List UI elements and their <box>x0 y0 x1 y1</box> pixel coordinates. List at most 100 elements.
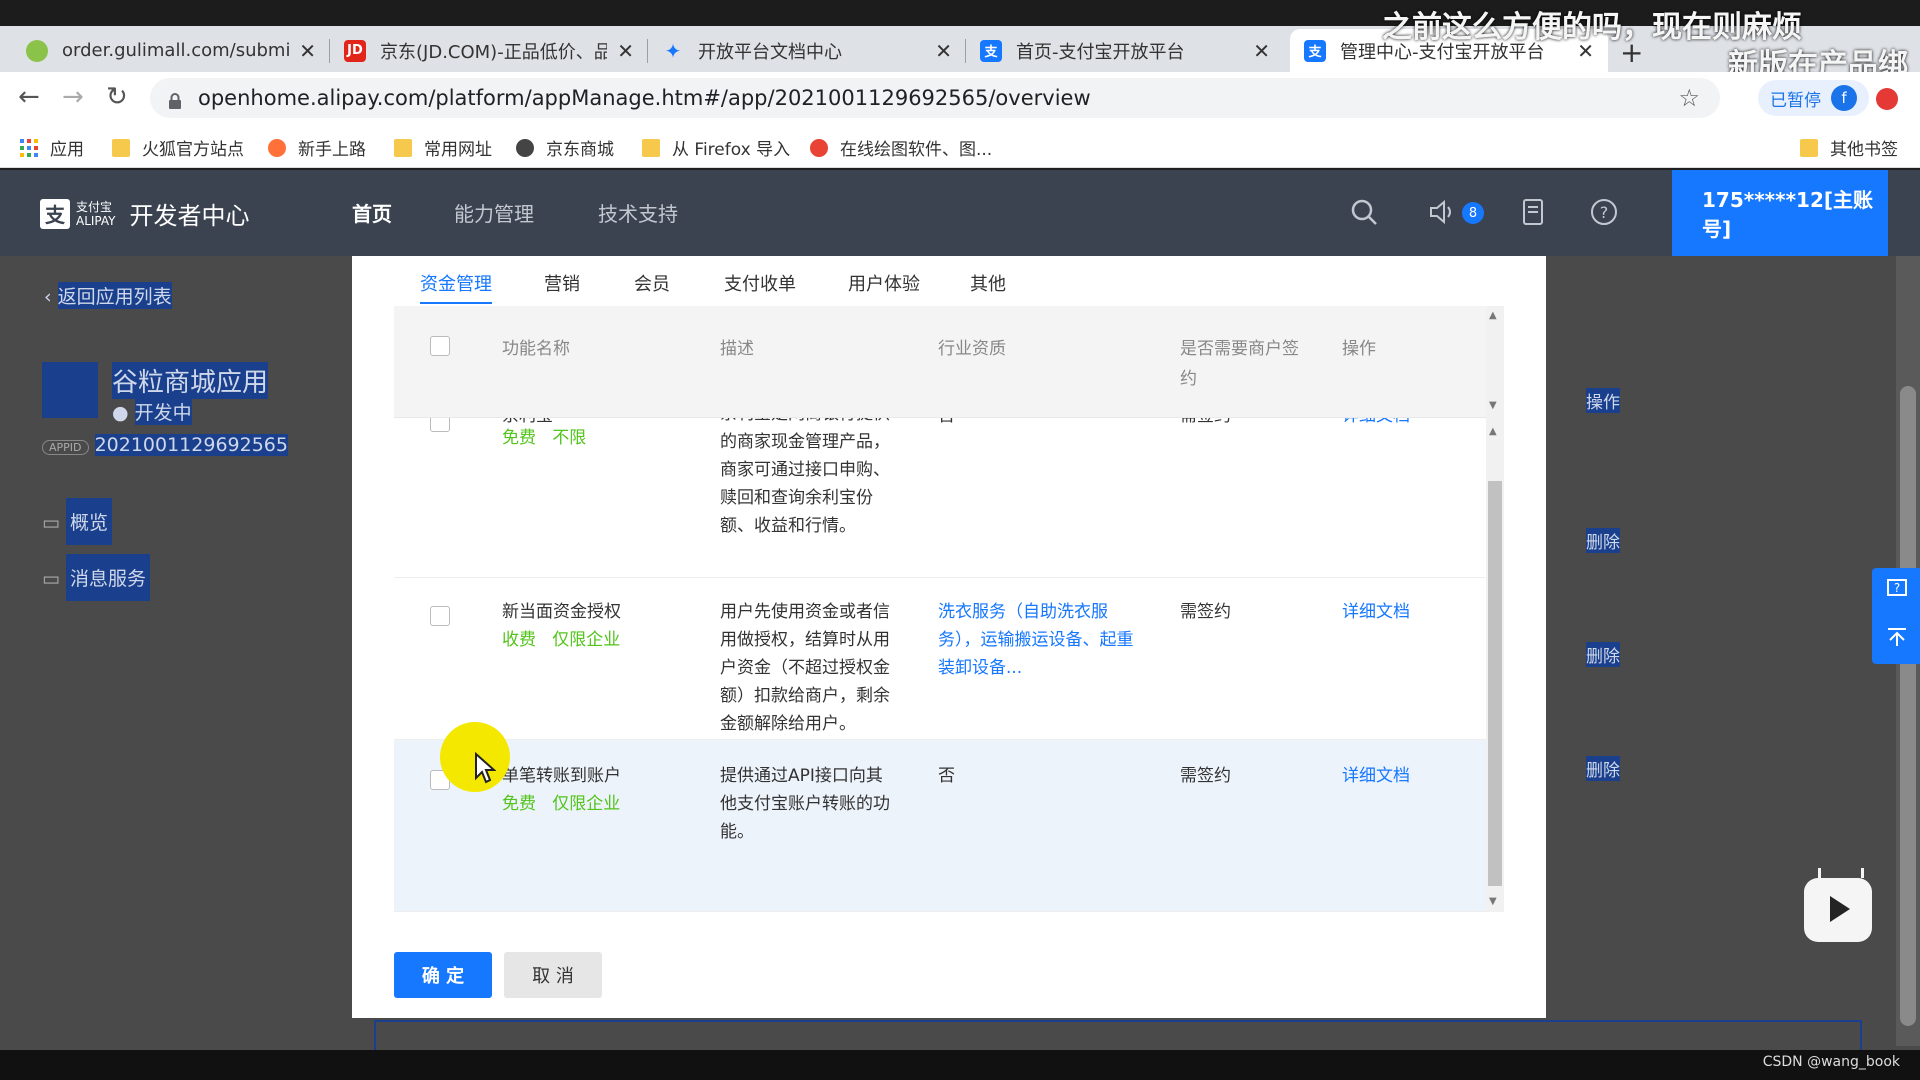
menu-overview[interactable]: ▭ 概览 <box>42 498 113 545</box>
back-link-label: 返回应用列表 <box>57 282 172 309</box>
floating-widget: ? <box>1872 568 1920 664</box>
fee-tag: 免费 <box>502 428 536 448</box>
status-dot-icon: ● <box>112 402 129 424</box>
menu-label: 概览 <box>66 498 113 545</box>
feature-name: 新当面资金授权 <box>502 602 621 622</box>
tab-title: 首页-支付宝开放平台 <box>1016 41 1185 63</box>
column-header: 操作 <box>1342 339 1376 359</box>
tab-other[interactable]: 其他 <box>970 270 1006 296</box>
url-text: openhome.alipay.com/platform/appManage.h… <box>198 86 1091 110</box>
jd-favicon-icon: JD <box>344 39 366 62</box>
globe-icon <box>516 138 534 157</box>
nav-home[interactable]: 首页 <box>352 198 392 227</box>
bookmark-label: 其他书签 <box>1830 140 1898 160</box>
tab-marketing[interactable]: 营销 <box>544 270 580 296</box>
bookmark-label: 新手上路 <box>298 140 366 160</box>
qualification-link[interactable]: 洗衣服务（自助洗衣服务），运输搬运设备、起重装卸设备... <box>938 598 1134 682</box>
reload-icon[interactable]: ↻ <box>106 82 128 112</box>
cancel-button[interactable]: 取 消 <box>504 952 602 998</box>
scroll-down-icon[interactable]: ▼ <box>1489 400 1497 411</box>
qualification: 否 <box>938 766 955 786</box>
nav-tech-support[interactable]: 技术支持 <box>598 198 678 227</box>
bookmark-item[interactable]: 常用网址 <box>394 135 492 160</box>
detail-doc-link[interactable]: 详细文档 <box>1342 762 1410 790</box>
sign-required: 需签约 <box>1180 766 1231 786</box>
mouse-pointer-icon <box>474 751 497 788</box>
browser-tab[interactable]: ✦ 开放平台文档中心 ✕ <box>648 29 966 72</box>
scroll-down-icon[interactable]: ▼ <box>1489 896 1497 907</box>
close-tab-icon[interactable]: ✕ <box>1253 39 1270 63</box>
forward-arrow-icon[interactable]: → <box>62 82 84 112</box>
help-icon[interactable]: ? <box>1590 198 1618 233</box>
browser-tab[interactable]: JD 京东(JD.COM)-正品低价、品 ✕ <box>330 29 648 72</box>
action-link[interactable]: 操作 <box>1586 388 1620 413</box>
scope-tag: 不限 <box>552 428 587 448</box>
alipay-logo[interactable]: 支 支付宝 ALIPAY 开发者中心 <box>40 196 250 231</box>
address-bar-row: ← → ↻ openhome.alipay.com/platform/appMa… <box>0 72 1920 124</box>
close-tab-icon[interactable]: ✕ <box>617 39 634 63</box>
extension-icon[interactable] <box>1876 88 1898 110</box>
document-icon[interactable] <box>1520 198 1548 233</box>
close-tab-icon[interactable]: ✕ <box>299 39 316 63</box>
notification-badge: 8 <box>1462 202 1484 224</box>
chevron-left-icon: ‹ <box>44 286 52 308</box>
tab-payment-collection[interactable]: 支付收单 <box>724 270 796 296</box>
bookmark-apps[interactable]: 应用 <box>20 135 84 160</box>
table-scroll-thumb[interactable] <box>1488 481 1502 886</box>
nav-capabilities[interactable]: 能力管理 <box>454 198 534 227</box>
browser-tab[interactable]: order.gulimall.com/submitO ✕ <box>12 29 330 72</box>
delete-link[interactable]: 删除 <box>1586 756 1620 781</box>
back-to-app-list-link[interactable]: ‹ 返回应用列表 <box>44 282 172 309</box>
back-to-top-icon[interactable] <box>1886 626 1908 653</box>
feature-tags: 免费 仅限企业 <box>502 790 620 818</box>
description-text: 余利宝是网商银行提供的商家现金管理产品，商家可通过接口申购、赎回和查询余利宝份额… <box>720 404 890 536</box>
tab-user-experience[interactable]: 用户体验 <box>848 270 920 296</box>
folder-icon <box>394 138 412 157</box>
alipay-favicon-icon: 支 <box>980 39 1002 62</box>
feature-description: 余利宝是网商银行提供的商家现金管理产品，商家可通过接口申购、赎回和查询余利宝份额… <box>720 402 890 542</box>
scroll-up-icon[interactable]: ▲ <box>1489 426 1497 437</box>
column-header: 行业资质 <box>938 339 1006 359</box>
select-all-checkbox[interactable] <box>430 336 450 356</box>
tab-title: 开放平台文档中心 <box>698 41 842 63</box>
page-scroll-thumb[interactable] <box>1900 386 1916 1026</box>
bookmark-label: 火狐官方站点 <box>142 140 244 160</box>
feature-select-dialog: 资金管理 营销 会员 支付收单 用户体验 其他 余利宝 免费 不限 余利宝是网商… <box>352 256 1546 1018</box>
back-arrow-icon[interactable]: ← <box>18 82 40 112</box>
confirm-button[interactable]: 确 定 <box>394 952 492 998</box>
docs-favicon-icon: ✦ <box>664 38 682 63</box>
delete-link[interactable]: 删除 <box>1586 642 1620 667</box>
bookmark-other[interactable]: 其他书签 <box>1800 135 1898 160</box>
bookmark-star-icon[interactable]: ☆ <box>1678 84 1700 112</box>
scroll-up-icon[interactable]: ▲ <box>1489 310 1497 321</box>
profile-paused-button[interactable]: 已暂停 f <box>1758 80 1869 116</box>
appid-row: APPID 2021001129692565 <box>42 434 288 456</box>
tab-fund-management[interactable]: 资金管理 <box>420 270 492 304</box>
feature-description: 提供通过API接口向其他支付宝账户转账的功能。 <box>720 766 890 842</box>
account-menu[interactable]: 175*****12[主账号] <box>1672 170 1888 256</box>
speaker-icon[interactable] <box>1428 198 1456 233</box>
close-tab-icon[interactable]: ✕ <box>935 39 952 63</box>
tab-membership[interactable]: 会员 <box>634 270 670 296</box>
profile-avatar: f <box>1831 85 1857 111</box>
detail-doc-link[interactable]: 详细文档 <box>1342 598 1410 626</box>
search-icon[interactable] <box>1350 198 1378 233</box>
bookmark-item[interactable]: 新手上路 <box>268 135 366 160</box>
tab-title: 京东(JD.COM)-正品低价、品 <box>380 41 608 63</box>
url-input[interactable]: openhome.alipay.com/platform/appManage.h… <box>150 78 1720 118</box>
bookmark-item[interactable]: 火狐官方站点 <box>112 135 244 160</box>
feedback-icon[interactable]: ? <box>1886 578 1908 605</box>
row-checkbox[interactable] <box>430 606 450 626</box>
bookmark-item[interactable]: 京东商城 <box>516 135 614 160</box>
browser-tab[interactable]: 支 首页-支付宝开放平台 ✕ <box>966 29 1284 72</box>
bookmark-item[interactable]: 在线绘图软件、图... <box>810 135 992 160</box>
bookmark-item[interactable]: 从 Firefox 导入 <box>642 135 790 160</box>
menu-message-service[interactable]: ▭ 消息服务 <box>42 554 151 601</box>
scope-tag: 仅限企业 <box>552 630 621 650</box>
delete-link[interactable]: 删除 <box>1586 528 1620 553</box>
table-scrollbar[interactable]: ▲ ▼ ▲ ▼ <box>1486 306 1504 912</box>
column-header: 功能名称 <box>502 339 570 359</box>
fee-tag: 收费 <box>502 630 536 650</box>
table-row: 新当面资金授权 收费 仅限企业 用户先使用资金或者信用做授权，结算时从用户资金（… <box>394 578 1486 740</box>
bookmark-label: 在线绘图软件、图... <box>840 140 993 160</box>
